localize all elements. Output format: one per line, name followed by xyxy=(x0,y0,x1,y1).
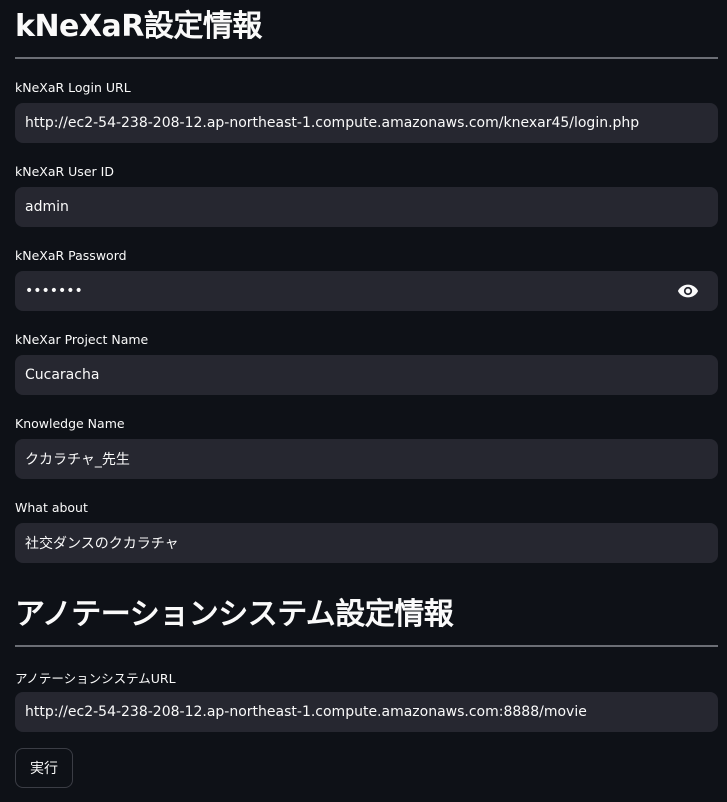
what-about-label: What about xyxy=(15,500,88,515)
user-id-value: admin xyxy=(25,199,69,215)
run-button[interactable]: 実行 xyxy=(15,748,73,788)
project-name-label: kNeXar Project Name xyxy=(15,332,149,347)
knowledge-name-label: Knowledge Name xyxy=(15,416,125,431)
annotation-url-value: http://ec2-54-238-208-12.ap-northeast-1.… xyxy=(25,704,587,720)
project-name-value: Cucaracha xyxy=(25,367,100,383)
knexar-section-title: kNeXaR設定情報 xyxy=(15,9,262,44)
eye-icon[interactable] xyxy=(676,279,700,303)
annotation-url-input[interactable]: http://ec2-54-238-208-12.ap-northeast-1.… xyxy=(15,692,718,732)
knexar-section-divider xyxy=(15,57,718,59)
project-name-input[interactable]: Cucaracha xyxy=(15,355,718,395)
knowledge-name-input[interactable]: クカラチャ_先生 xyxy=(15,439,718,479)
password-value: ••••••• xyxy=(25,283,83,299)
annotation-section-title: アノテーションシステム設定情報 xyxy=(15,597,454,632)
user-id-label: kNeXaR User ID xyxy=(15,164,114,179)
login-url-value: http://ec2-54-238-208-12.ap-northeast-1.… xyxy=(25,115,640,131)
password-label: kNeXaR Password xyxy=(15,248,127,263)
what-about-input[interactable]: 社交ダンスのクカラチャ xyxy=(15,523,718,563)
what-about-value: 社交ダンスのクカラチャ xyxy=(25,536,179,552)
knowledge-name-value: クカラチャ_先生 xyxy=(25,452,130,468)
password-input[interactable]: ••••••• xyxy=(15,271,718,311)
login-url-label: kNeXaR Login URL xyxy=(15,80,131,95)
annotation-section-divider xyxy=(15,645,718,647)
annotation-url-label: アノテーションシステムURL xyxy=(15,671,176,686)
user-id-input[interactable]: admin xyxy=(15,187,718,227)
login-url-input[interactable]: http://ec2-54-238-208-12.ap-northeast-1.… xyxy=(15,103,718,143)
